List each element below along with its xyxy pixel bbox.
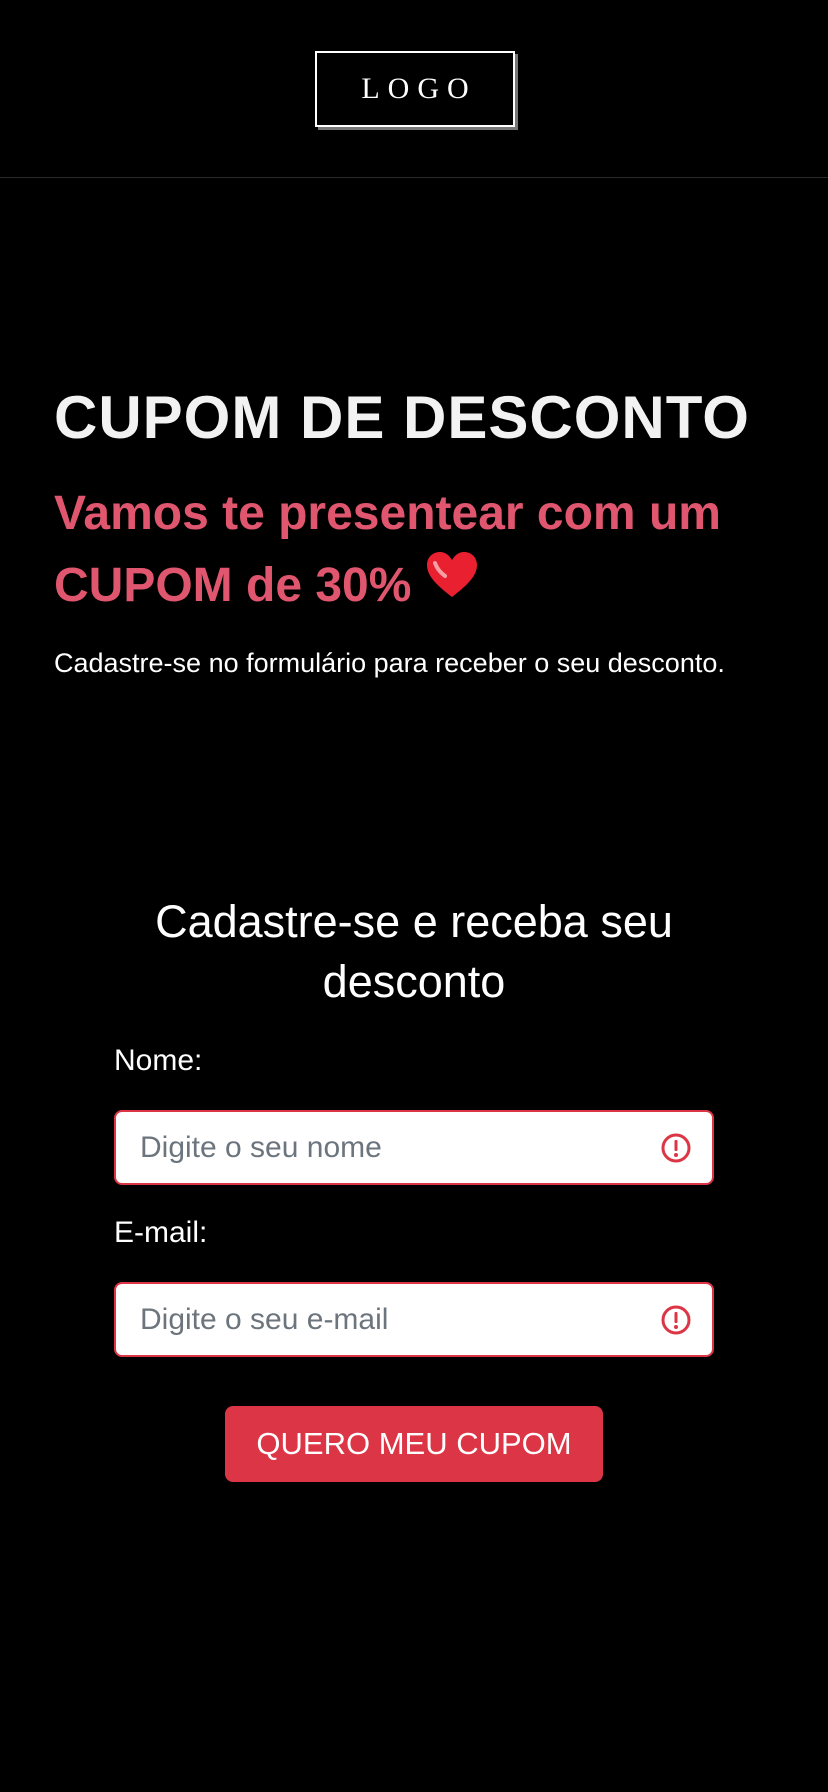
- name-label: Nome:: [114, 1044, 203, 1077]
- email-label: E-mail:: [114, 1216, 208, 1249]
- heart-icon: [425, 548, 479, 620]
- alert-circle-icon: [660, 1132, 692, 1164]
- email-input[interactable]: [116, 1284, 712, 1355]
- name-field-wrapper: [114, 1110, 714, 1185]
- hero-subtitle: Vamos te presentear com um CUPOM de 30%: [54, 478, 794, 624]
- form-title: Cadastre-se e receba seu desconto: [155, 896, 673, 1007]
- page-title: CUPOM DE DESCONTO: [54, 384, 750, 451]
- header: LOGO: [0, 0, 828, 178]
- alert-circle-icon: [660, 1304, 692, 1336]
- hero-description: Cadastre-se no formulário para receber o…: [54, 648, 725, 678]
- logo[interactable]: LOGO: [315, 51, 515, 127]
- email-field-wrapper: [114, 1282, 714, 1357]
- name-input[interactable]: [116, 1112, 712, 1183]
- hero-subtitle-text: Vamos te presentear com um CUPOM de 30%: [54, 487, 721, 612]
- submit-coupon-button[interactable]: QUERO MEU CUPOM: [225, 1406, 603, 1482]
